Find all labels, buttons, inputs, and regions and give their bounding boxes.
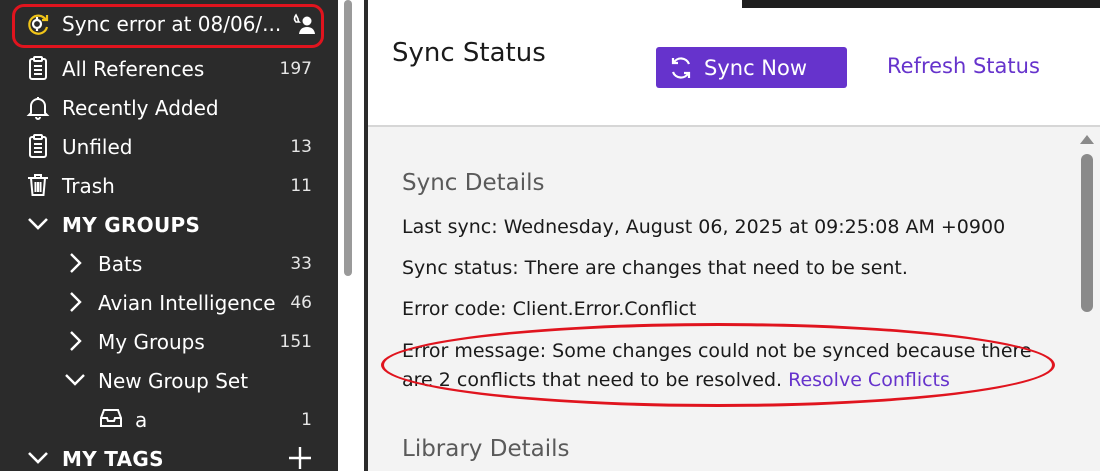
chevron-right-icon[interactable] (62, 328, 88, 354)
sync-details-heading: Sync Details (402, 170, 545, 196)
top-bar (742, 0, 1100, 8)
error-code-text: Error code: Client.Error.Conflict (402, 298, 697, 320)
sidebar: Sync error at 08/06/... All References 1… (0, 0, 338, 471)
sidebar-item-label: All References (62, 56, 205, 81)
refresh-status-link[interactable]: Refresh Status (887, 54, 1040, 78)
error-message-highlight (381, 323, 1055, 407)
sync-icon (671, 56, 691, 79)
sync-now-label: Sync Now (704, 55, 808, 80)
sidebar-item-count: 13 (290, 136, 312, 157)
sidebar-group-bats[interactable]: Bats 33 (0, 244, 330, 283)
sidebar-item-trash[interactable]: Trash 11 (0, 166, 330, 205)
my-tags-label: MY TAGS (62, 446, 164, 471)
my-groups-header[interactable]: MY GROUPS (0, 205, 330, 244)
clipboard-icon (25, 55, 51, 81)
library-details-heading: Library Details (402, 436, 570, 462)
my-tags-header[interactable]: MY TAGS (0, 439, 330, 471)
sidebar-scrollbar[interactable] (344, 0, 352, 276)
sidebar-group-avian-intelligence[interactable]: Avian Intelligence 46 (0, 283, 330, 322)
sidebar-group-label: Avian Intelligence (98, 290, 276, 315)
my-groups-label: MY GROUPS (62, 212, 201, 237)
bell-icon (25, 94, 51, 120)
trash-icon (25, 172, 51, 198)
sync-status-text: Sync status: There are changes that need… (402, 257, 908, 279)
page-title: Sync Status (392, 38, 546, 68)
sidebar-group-new-group-set[interactable]: New Group Set (0, 361, 330, 400)
sidebar-item-count: 11 (290, 175, 312, 196)
sidebar-item-count: 197 (279, 58, 312, 79)
scroll-up-arrow-icon[interactable] (1080, 135, 1094, 144)
sidebar-item-label: Recently Added (62, 95, 219, 120)
sidebar-item-unfiled[interactable]: Unfiled 13 (0, 127, 330, 166)
sidebar-subgroup-count: 1 (301, 409, 312, 430)
sidebar-group-label: Bats (98, 251, 143, 276)
chevron-down-icon[interactable] (62, 367, 88, 393)
sidebar-item-label: Trash (62, 173, 115, 198)
chevron-right-icon[interactable] (62, 250, 88, 276)
inbox-tray-icon (98, 405, 124, 431)
sync-error-highlight (12, 4, 324, 48)
details-scrollbar[interactable] (1074, 127, 1100, 471)
last-sync-text: Last sync: Wednesday, August 06, 2025 at… (402, 216, 1006, 238)
sidebar-subgroup-a[interactable]: a 1 (0, 400, 330, 439)
scroll-thumb[interactable] (1081, 154, 1093, 312)
clipboard-icon (25, 133, 51, 159)
sync-now-button[interactable]: Sync Now (656, 47, 847, 88)
sidebar-item-label: Unfiled (62, 134, 133, 159)
plus-icon[interactable] (287, 445, 313, 471)
sidebar-group-label: New Group Set (98, 368, 249, 393)
sidebar-group-my-groups[interactable]: My Groups 151 (0, 322, 330, 361)
sidebar-scroll-track (338, 0, 366, 471)
sidebar-group-count: 151 (279, 331, 312, 352)
sidebar-item-recently-added[interactable]: Recently Added (0, 88, 330, 127)
sidebar-group-count: 33 (290, 253, 312, 274)
chevron-right-icon[interactable] (62, 289, 88, 315)
sidebar-item-all-references[interactable]: All References 197 (0, 49, 330, 88)
chevron-down-icon[interactable] (25, 445, 51, 471)
chevron-down-icon[interactable] (25, 211, 51, 237)
sidebar-group-label: My Groups (98, 329, 205, 354)
sidebar-subgroup-label: a (135, 407, 148, 432)
sidebar-group-count: 46 (290, 292, 312, 313)
